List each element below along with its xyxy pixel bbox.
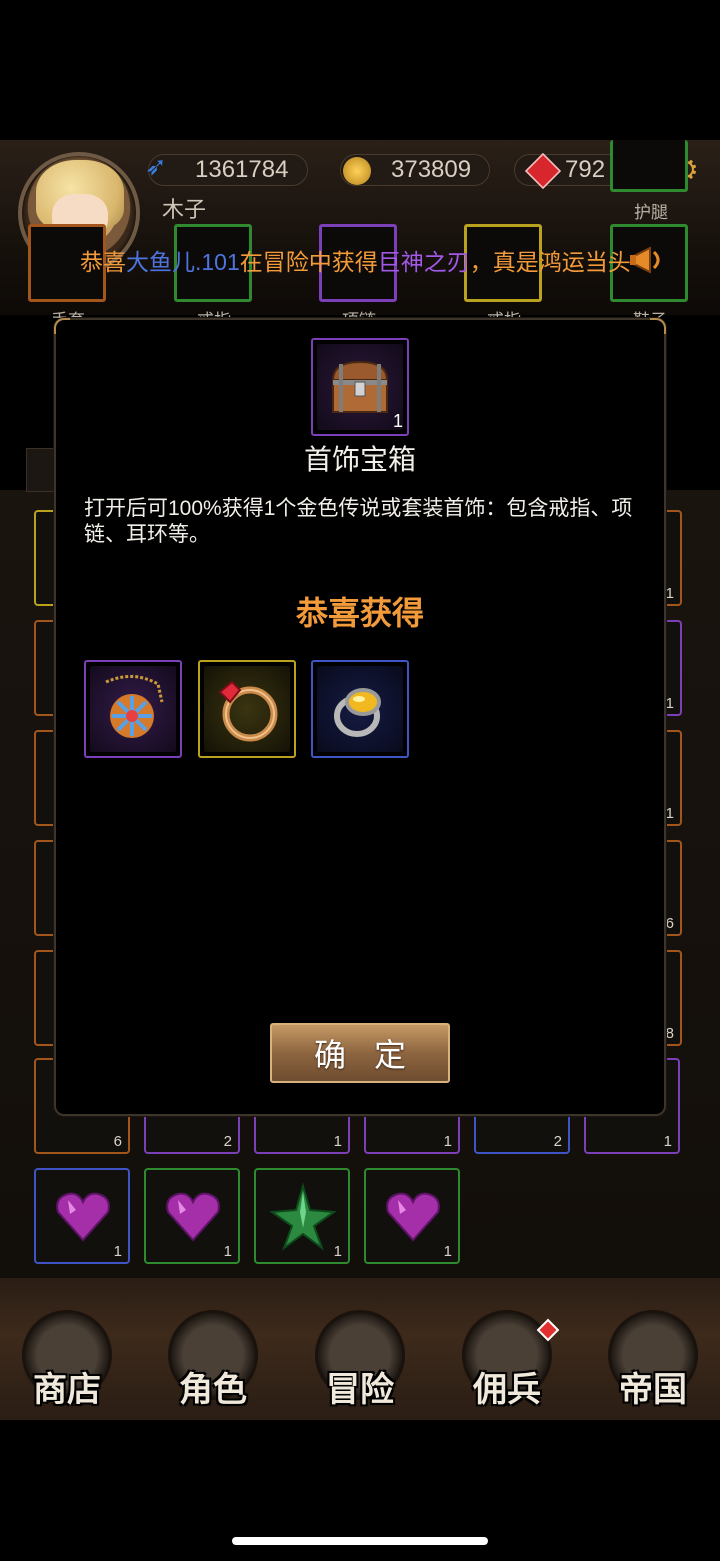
inventory-cell[interactable]: 1 — [364, 1168, 460, 1264]
home-indicator[interactable] — [232, 1537, 488, 1545]
nav-character[interactable]: 角色 — [158, 1310, 268, 1420]
dialog-corner — [650, 318, 666, 334]
item-count: 1 — [663, 1133, 672, 1150]
marquee-suffix: ，真是鸿运当头 — [469, 249, 631, 275]
marquee-prefix: 恭喜 — [80, 249, 126, 275]
item-count: 2 — [223, 1133, 232, 1150]
inventory-cell[interactable]: 1 — [254, 1168, 350, 1264]
purple-heart-gem-icon — [386, 1192, 440, 1242]
marquee-player: 大鱼儿.101 — [126, 249, 240, 275]
nav-mercenary-label: 佣兵 — [473, 1370, 541, 1410]
chest-count: 1 — [392, 411, 403, 431]
ruby-ring-icon — [218, 680, 278, 742]
nav-character-label: 角色 — [179, 1370, 247, 1410]
item-count: 1 — [113, 1243, 122, 1260]
ring1-caption: 戒指 — [174, 306, 254, 318]
nav-shop-label: 商店 — [33, 1370, 101, 1410]
necklace-icon — [105, 675, 164, 738]
dialog-title: 首饰宝箱 — [303, 444, 416, 475]
ruby-gem-icon — [524, 152, 562, 190]
necklace-caption: 项链 — [319, 306, 399, 318]
chest-item-frame: 1 — [311, 338, 409, 436]
leggings-caption: 护腿 — [634, 203, 668, 222]
marquee-middle: 在冒险中获得 — [239, 249, 378, 275]
megaphone-icon — [628, 240, 668, 280]
inventory-cell[interactable]: 1 — [34, 1168, 130, 1264]
treasure-chest-icon — [331, 360, 389, 413]
item-count: 8 — [665, 1025, 674, 1042]
item-count: 1 — [443, 1133, 452, 1150]
item-count: 1 — [665, 695, 674, 712]
announcement-marquee: 恭喜大鱼儿.101在冒险中获得巨神之刃，真是鸿运当头 — [80, 244, 640, 280]
sword-power-icon: ➶ — [145, 151, 167, 181]
purple-heart-gem-icon — [166, 1192, 220, 1242]
purple-heart-gem-icon — [56, 1192, 110, 1242]
shoes-caption: 鞋子 — [610, 306, 690, 318]
item-count: 1 — [333, 1133, 342, 1150]
item-count: 1 — [333, 1243, 342, 1260]
marquee-item: 巨神之刃 — [377, 249, 470, 275]
power-stat: ➶ 1361784 — [145, 151, 308, 186]
reward-item-topaz-ring[interactable] — [311, 660, 409, 758]
nav-empire-label: 帝国 — [619, 1370, 687, 1410]
nav-adventure[interactable]: 冒险 — [305, 1310, 415, 1420]
green-star-gem-icon — [269, 1182, 337, 1251]
gold-value: 373809 — [391, 156, 472, 183]
nav-shop[interactable]: 商店 — [12, 1310, 122, 1420]
reward-item-necklace[interactable] — [84, 660, 182, 758]
confirm-button[interactable]: 确定 — [270, 1023, 450, 1083]
nav-mercenary[interactable]: 佣兵 — [452, 1310, 562, 1420]
player-name: 木子 — [162, 197, 207, 222]
item-count: 1 — [223, 1243, 232, 1260]
gem-value: 792 — [565, 156, 606, 183]
gold-stat: 373809 — [340, 154, 490, 186]
topaz-ring-icon — [334, 688, 381, 737]
gold-coin-icon — [343, 157, 371, 185]
item-count: 1 — [443, 1243, 452, 1260]
item-count: 6 — [113, 1133, 122, 1150]
item-count: 1 — [665, 805, 674, 822]
nav-empire[interactable]: 帝国 — [598, 1310, 708, 1420]
ring2-caption: 戒指 — [464, 306, 544, 318]
congrats-heading: 恭喜获得 — [295, 595, 424, 631]
dialog-corner — [54, 318, 70, 334]
inventory-cell[interactable]: 1 — [144, 1168, 240, 1264]
reward-item-ruby-ring[interactable] — [198, 660, 296, 758]
item-count: 6 — [665, 915, 674, 932]
gloves-caption: 手套 — [28, 306, 108, 318]
item-count: 2 — [553, 1133, 562, 1150]
dialog-description: 打开后可100%获得1个金色传说或套装首饰：包含戒指、项链、耳环等。 — [84, 497, 633, 546]
nav-adventure-label: 冒险 — [326, 1370, 394, 1410]
power-value: 1361784 — [195, 156, 289, 183]
equip-slot-leggings[interactable] — [610, 140, 688, 192]
